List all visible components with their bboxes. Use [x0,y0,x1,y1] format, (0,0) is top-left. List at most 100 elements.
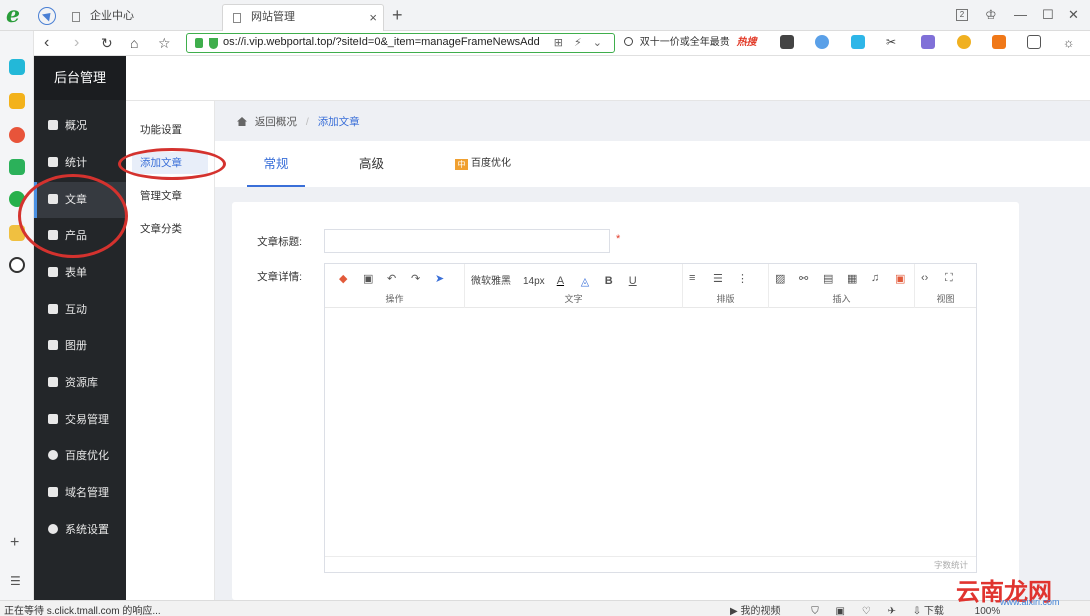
breadcrumb: 返回概况 / 添加文章 [237,114,360,129]
sidebar-item-label: 域名管理 [65,487,109,499]
annotation-circle-add-article [118,148,226,180]
maximize-button[interactable]: ☐ [1042,5,1054,25]
sidebar-item-domain[interactable]: 域名管理 [34,475,126,511]
code-icon[interactable]: ‹› [921,272,933,284]
submenu-manage-articles[interactable]: 管理文章 [132,185,208,207]
close-window-button[interactable]: ✕ [1068,5,1079,25]
refresh-icon[interactable]: ↻ [101,32,113,54]
fortune-icon[interactable] [956,34,971,49]
weibo-icon[interactable] [9,127,25,143]
notes-icon[interactable] [921,34,936,49]
sidebar-item-trade[interactable]: 交易管理 [34,402,126,438]
underline-icon[interactable]: U [629,275,641,287]
submenu-article-category[interactable]: 文章分类 [132,218,208,240]
shirt-icon[interactable]: ♔ [985,5,997,25]
brightness-icon[interactable]: ☼ [1063,35,1077,50]
submenu-function-settings[interactable]: 功能设置 [132,119,208,141]
app-brand: 后台管理 [34,56,126,100]
sidebar-item-overview[interactable]: 概况 [34,108,126,144]
video-icon[interactable]: ▤ [823,272,835,285]
sidebar-item-label: 资源库 [65,377,98,389]
highlight-icon[interactable]: ◬ [581,275,593,288]
minimize-button[interactable]: — [1014,5,1027,25]
tab-title: 网站管理 [251,11,295,23]
align-icon[interactable]: ≡ [689,272,701,284]
reader-icon[interactable] [780,34,794,49]
redo-icon[interactable]: ↷ [411,272,423,285]
rocket-icon[interactable]: ✈ [888,606,896,616]
url-action-icons[interactable]: ⊞ ⚡ ⌄ [554,36,606,49]
sidebar-item-resources[interactable]: 资源库 [34,365,126,401]
sidebar-item-label: 概况 [65,120,87,132]
tab-advanced[interactable]: 高级 [359,141,384,187]
watermark-url: www.aixiri.com [1000,597,1060,607]
screenshot-icon[interactable]: ▣ [836,606,845,616]
shield-icon[interactable]: ⛉ [811,606,819,616]
breadcrumb-separator: / [305,116,309,128]
address-bar[interactable]: os://i.vip.webportal.top/?siteId=0&_item… [186,33,615,53]
sidebar-item-baidu-seo[interactable]: 百度优化 [34,438,126,474]
download-button[interactable]: ⇩ 下载 [913,606,958,616]
list-icon[interactable]: ☰ [713,272,725,285]
browser-tab-site-admin[interactable]: 网站管理 × [222,4,384,31]
format-painter-icon[interactable]: ▣ [363,272,375,285]
favorites-star-icon[interactable] [9,93,25,109]
tab-baidu-seo[interactable]: 中百度优化 [455,141,511,187]
tab-count-badge[interactable]: 2 [956,9,968,21]
toolbar-caption: 操作 [385,294,404,304]
tab-general[interactable]: 常规 [247,141,305,187]
zoom-level[interactable]: 100% [975,606,1001,616]
rich-text-editor: ◆ ▣ ↶ ↷ ➤ 操作 微软雅黑 14px A ◬ B U 文字 ≡ ☰ ⋮ 排版 ▨ ⚯ ▤ ▦ ♫ ▣ [324,263,977,573]
bold-icon[interactable]: B [605,275,617,287]
eraser-icon[interactable]: ◆ [339,272,351,285]
add-icon[interactable]: + [10,534,19,552]
translate-icon[interactable] [850,34,865,49]
table-icon[interactable]: ▦ [847,272,859,285]
image-icon[interactable]: ▨ [775,272,787,285]
list-icon[interactable]: ☰ [10,574,21,588]
font-color-icon[interactable]: A [557,275,569,287]
browser-logo-icon: e [6,2,20,28]
back-icon[interactable]: ‹ [44,32,49,54]
home-icon[interactable]: ⌂ [130,32,138,54]
url-text[interactable]: os://i.vip.webportal.top/?siteId=0&_item… [223,36,540,48]
pdf-icon[interactable]: ▣ [895,272,907,285]
editor-content-area[interactable] [325,308,976,556]
undo-icon[interactable]: ↶ [387,272,399,285]
forward-icon[interactable]: › [74,32,79,54]
my-video-button[interactable]: ▶ 我的视频 [730,606,794,616]
clear-format-icon[interactable]: ➤ [435,272,447,285]
link-icon[interactable]: ⚯ [799,272,811,285]
browser-search-box[interactable]: 双十一价或全年最贵 热搜 [624,33,800,53]
breadcrumb-back-link[interactable]: 返回概况 [255,116,297,128]
status-download-label: 下载 [923,606,944,616]
music-icon[interactable]: ♫ [871,272,883,284]
game-icon[interactable] [992,34,1007,49]
shield-icon [209,38,218,49]
navigate-icon[interactable] [38,7,56,25]
font-size-select[interactable]: 14px [523,276,545,287]
sidebar-item-form[interactable]: 表单 [34,255,126,291]
add-favorite-icon[interactable] [9,59,25,75]
browser-tab-enterprise[interactable]: 企业中心 [62,4,222,31]
panda-icon[interactable] [9,257,25,273]
font-family-select[interactable]: 微软雅黑 [471,276,511,287]
line-height-icon[interactable]: ⋮ [737,272,749,285]
toolbar-group-actions: ◆ ▣ ↶ ↷ ➤ 操作 [325,264,465,308]
search-icon [624,37,633,46]
star-icon[interactable]: ☆ [158,32,171,54]
apps-icon[interactable] [1027,34,1042,49]
scissors-icon[interactable]: ✂ [886,35,900,49]
toolbar-group-insert: ▨ ⚯ ▤ ▦ ♫ ▣ 插入 [769,264,915,308]
sidebar-item-settings[interactable]: 系统设置 [34,512,126,548]
video-icon[interactable] [815,34,830,49]
heart-icon[interactable]: ♡ [862,606,871,616]
tab-close-icon[interactable]: × [369,5,377,30]
mail-icon[interactable] [9,159,25,175]
annotation-circle-article [18,174,128,258]
fullscreen-icon[interactable]: ⛶ [945,272,957,284]
sidebar-item-album[interactable]: 图册 [34,328,126,364]
sidebar-item-interaction[interactable]: 互动 [34,292,126,328]
new-tab-button[interactable]: + [392,4,403,26]
article-title-input[interactable] [324,229,610,253]
